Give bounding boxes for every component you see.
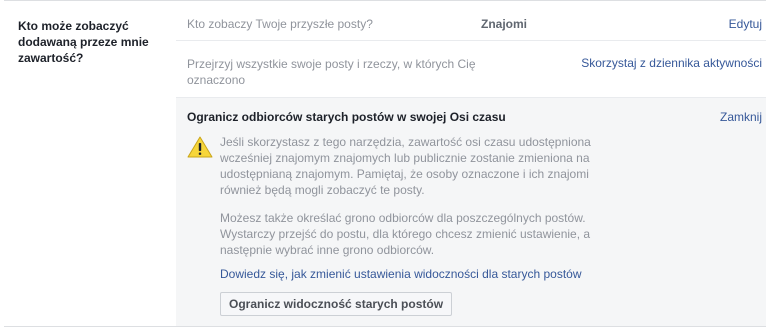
learn-more-link[interactable]: Dowiedz się, jak zmienić ustawienia wido…	[220, 267, 582, 281]
panel-title: Ogranicz odbiorców starych postów w swoj…	[187, 110, 506, 124]
activity-log-link[interactable]: Skorzystaj z dziennika aktywności	[581, 56, 762, 70]
review-posts-row: Przejrzyj wszystkie swoje posty i rzeczy…	[176, 41, 766, 98]
limit-past-posts-button[interactable]: Ogranicz widoczność starych postów	[220, 292, 453, 316]
future-posts-question: Kto zobaczy Twoje przyszłe posty?	[187, 17, 373, 31]
future-posts-audience-value: Znajomi	[481, 17, 528, 31]
section-label: Kto może zobaczyć dodawaną przeze mnie z…	[18, 19, 149, 65]
bottom-divider	[4, 326, 766, 327]
review-posts-description: Przejrzyj wszystkie swoje posty i rzeczy…	[187, 57, 476, 87]
edit-link[interactable]: Edytuj	[729, 17, 762, 31]
warning-paragraph: Jeśli skorzystasz z tego narzędzia, zawa…	[220, 135, 591, 197]
close-link[interactable]: Zamknij	[720, 110, 762, 124]
limit-past-posts-panel: Ogranicz odbiorców starych postów w swoj…	[176, 98, 766, 326]
future-posts-row: Kto zobaczy Twoje przyszłe posty? Znajom…	[176, 0, 766, 41]
privacy-settings-section: Kto może zobaczyć dodawaną przeze mnie z…	[0, 0, 776, 336]
info-paragraph: Możesz także określać grono odbiorców dl…	[220, 211, 591, 257]
warning-triangle-icon	[187, 136, 213, 158]
